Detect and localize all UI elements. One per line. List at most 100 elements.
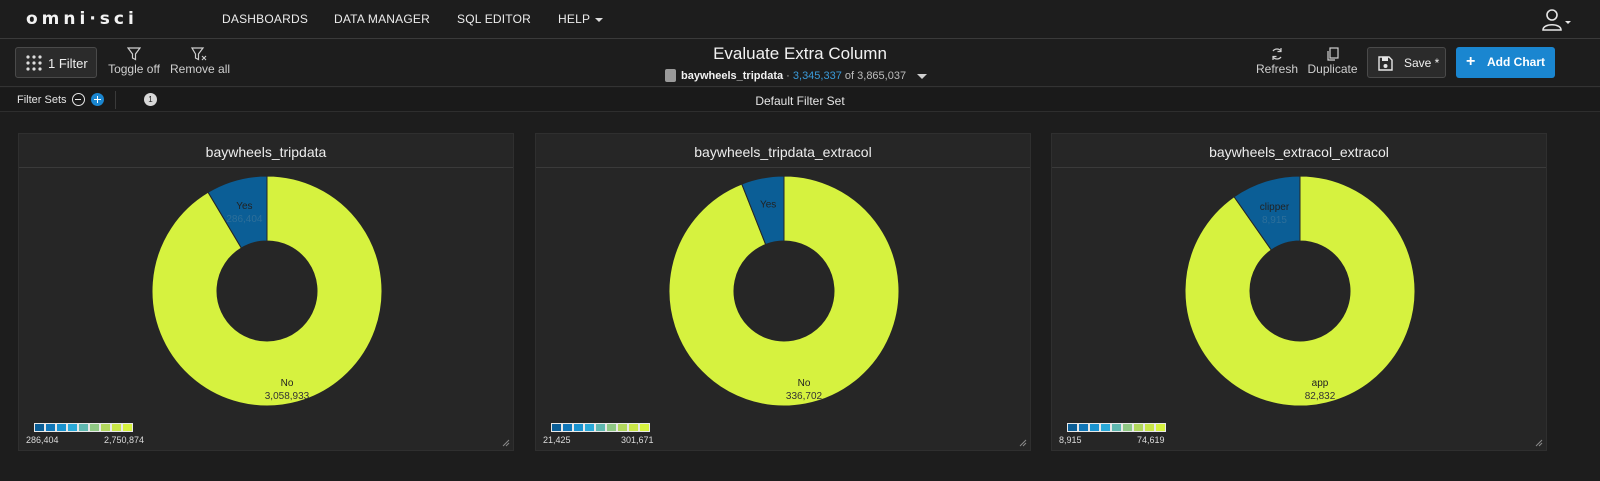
slice-label: app — [1312, 378, 1329, 389]
legend-swatch — [617, 423, 628, 432]
nav-dashboards[interactable]: DASHBOARDS — [222, 12, 308, 26]
filter-sets-bar: Filter Sets 1 Default Filter Set — [0, 88, 1600, 112]
legend-swatch — [1155, 423, 1166, 432]
legend-swatch — [628, 423, 639, 432]
legend-swatch — [573, 423, 584, 432]
slice-value: 82,832 — [1305, 391, 1336, 402]
data-source-selector[interactable]: baywheels_tripdata · 3,345,337 of 3,865,… — [665, 69, 928, 82]
dashboard-title: Evaluate Extra Column — [713, 44, 887, 63]
duplicate-label: Duplicate — [1307, 62, 1358, 76]
legend-swatch — [1144, 423, 1155, 432]
nav-data-manager[interactable]: DATA MANAGER — [334, 12, 430, 26]
legend-swatch — [45, 423, 56, 432]
legend-swatch — [551, 423, 562, 432]
legend-swatch — [595, 423, 606, 432]
chart-panel-1[interactable]: baywheels_tripdata No 3,058,933 Yes 286,404… — [18, 133, 514, 451]
slice-label: Yes — [760, 199, 776, 210]
save-button[interactable]: Save * — [1367, 47, 1446, 78]
donut-chart[interactable]: No 336,702 Yes — [536, 169, 1030, 419]
legend-swatch — [89, 423, 100, 432]
nav-sql-editor[interactable]: SQL EDITOR — [457, 12, 531, 26]
grid-dots-icon — [26, 55, 42, 71]
legend-swatch — [1122, 423, 1133, 432]
database-icon — [665, 69, 676, 82]
nav-help-label: HELP — [558, 12, 591, 26]
add-chart-button[interactable]: + Add Chart — [1456, 47, 1555, 78]
user-menu-button[interactable] — [1540, 8, 1572, 32]
legend-min: 21,425 — [543, 435, 571, 445]
slice-value: 3,058,933 — [265, 391, 310, 402]
plus-icon: + — [1466, 53, 1476, 70]
legend-swatch — [606, 423, 617, 432]
color-legend — [551, 423, 650, 432]
omnisci-logo[interactable]: omni·sci — [26, 9, 138, 29]
source-separator: · — [786, 70, 790, 82]
legend-swatch — [78, 423, 89, 432]
legend-swatch — [562, 423, 573, 432]
chevron-down-icon[interactable] — [917, 73, 928, 79]
slice-value: 8,915 — [1262, 215, 1287, 226]
slice-label: No — [798, 378, 811, 389]
resize-handle-icon[interactable] — [1535, 439, 1543, 447]
color-legend — [34, 423, 133, 432]
legend-swatch — [56, 423, 67, 432]
legend-swatch — [639, 423, 650, 432]
legend-min: 8,915 — [1059, 435, 1082, 445]
refresh-icon — [1272, 48, 1282, 60]
refresh-label: Refresh — [1256, 62, 1299, 76]
remove-all-button[interactable]: Remove all — [170, 47, 231, 76]
legend-swatch — [1078, 423, 1089, 432]
nav-help[interactable]: HELP — [558, 12, 604, 26]
chart-title[interactable]: baywheels_tripdata_extracol — [536, 134, 1030, 168]
legend-max: 74,619 — [1137, 435, 1165, 445]
filter-button[interactable]: 1 Filter — [15, 47, 97, 78]
color-legend — [1067, 423, 1166, 432]
slice-label: clipper — [1260, 202, 1290, 213]
toggle-off-button[interactable]: Toggle off — [107, 47, 161, 76]
legend-swatch — [584, 423, 595, 432]
donut-chart[interactable]: app 82,832 clipper 8,915 — [1052, 169, 1546, 419]
slice-value: 286,404 — [226, 214, 263, 225]
add-chart-label: Add Chart — [1487, 55, 1545, 69]
filter-set-name[interactable]: Default Filter Set — [0, 94, 1600, 108]
user-icon — [1542, 9, 1571, 31]
refresh-button[interactable]: Refresh — [1256, 47, 1298, 76]
duplicate-button[interactable]: Duplicate — [1307, 47, 1358, 76]
legend-swatch — [1100, 423, 1111, 432]
filter-set-count-badge: 1 — [144, 93, 157, 106]
resize-handle-icon[interactable] — [1019, 439, 1027, 447]
legend-swatch — [111, 423, 122, 432]
chart-title[interactable]: baywheels_tripdata — [19, 134, 513, 168]
divider — [115, 91, 116, 109]
legend-swatch — [122, 423, 133, 432]
chevron-down-icon — [595, 17, 604, 22]
legend-min: 286,404 — [26, 435, 59, 445]
remove-all-label: Remove all — [170, 62, 231, 76]
legend-max: 2,750,874 — [104, 435, 145, 445]
remove-filter-set-icon[interactable] — [72, 93, 85, 106]
save-icon — [1378, 56, 1393, 71]
toggle-off-label: Toggle off — [108, 62, 160, 76]
filter-remove-icon — [191, 47, 207, 61]
legend-swatch — [100, 423, 111, 432]
source-table-name: baywheels_tripdata — [681, 70, 784, 82]
chart-panel-2[interactable]: baywheels_tripdata_extracol No 336,702 Yes… — [535, 133, 1031, 451]
duplicate-icon — [1326, 47, 1339, 61]
legend-swatch — [1067, 423, 1078, 432]
slice-label: No — [281, 378, 294, 389]
filter-button-label: 1 Filter — [48, 56, 88, 71]
legend-swatch — [67, 423, 78, 432]
legend-max: 301,671 — [621, 435, 654, 445]
legend-swatch — [34, 423, 45, 432]
source-filtered-count: 3,345,337 — [792, 70, 842, 82]
dashboard-toolbar: 1 Filter Toggle off Remove all Evaluate … — [0, 39, 1600, 87]
add-filter-set-icon[interactable] — [91, 93, 104, 106]
resize-handle-icon[interactable] — [502, 439, 510, 447]
legend-swatch — [1089, 423, 1100, 432]
donut-chart[interactable]: No 3,058,933 Yes 286,404 — [19, 169, 513, 419]
slice-value: 336,702 — [786, 391, 823, 402]
filter-sets-label: Filter Sets — [17, 94, 67, 106]
legend-swatch — [1111, 423, 1122, 432]
chart-panel-3[interactable]: baywheels_extracol_extracol app 82,832 cli… — [1051, 133, 1547, 451]
chart-title[interactable]: baywheels_extracol_extracol — [1052, 134, 1546, 168]
